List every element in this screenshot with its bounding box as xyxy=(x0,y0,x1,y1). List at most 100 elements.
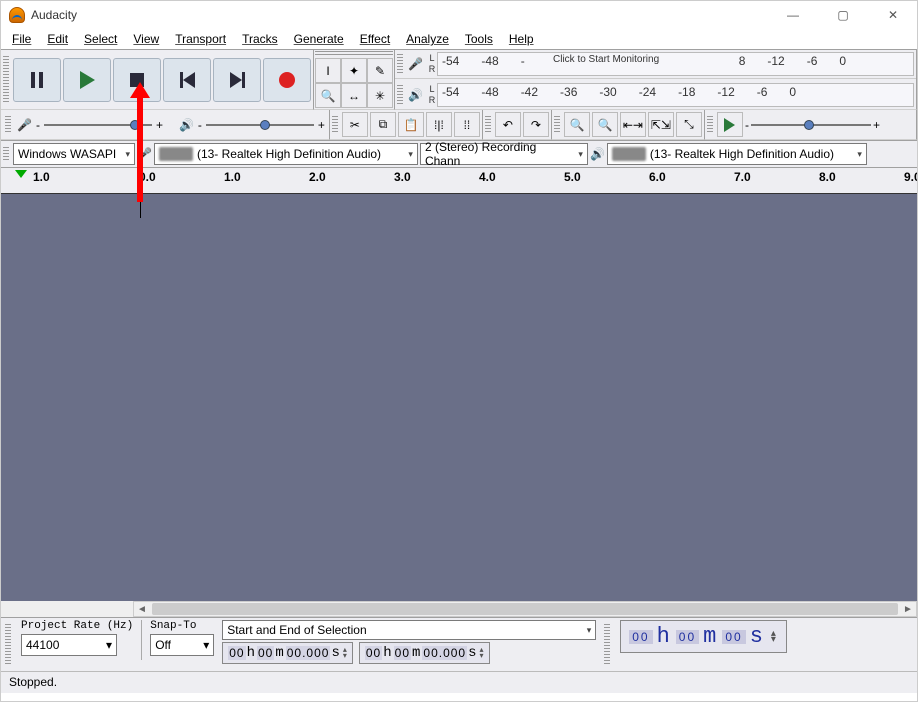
tools-toolbar: I ✦ ✎ 🔍 ↔ ✳ xyxy=(314,50,395,110)
fit-project-button[interactable]: ⇱⇲ xyxy=(648,112,674,137)
menu-tools[interactable]: Tools xyxy=(458,30,500,48)
playback-speed-slider[interactable] xyxy=(751,119,871,131)
minimize-button[interactable]: — xyxy=(777,8,809,22)
toolbar-grip[interactable] xyxy=(554,116,560,133)
trim-icon: ⁞|⁞ xyxy=(434,118,444,132)
mic-icon: 🎤 xyxy=(17,118,32,132)
toolbar-grip[interactable] xyxy=(3,56,9,103)
menu-select[interactable]: Select xyxy=(77,30,124,48)
recording-meter[interactable]: 🎤 LR -54 -48 - 8 -12 -6 0 Click to Start… xyxy=(395,50,916,79)
undo-button[interactable]: ↶ xyxy=(495,112,521,137)
toolbar-grip[interactable] xyxy=(5,624,11,665)
cut-button[interactable]: ✂ xyxy=(342,112,368,137)
ruler-tick: 5.0 xyxy=(564,170,649,184)
playhead-marker[interactable] xyxy=(15,170,27,178)
selection-end-time[interactable]: 00 h 00 m 00.000 s ▴▾ xyxy=(359,642,490,664)
playback-meter[interactable]: 🔊 LR -54 -48 -42 -36 -30 -24 -18 -12 -6 … xyxy=(395,81,916,109)
project-rate-label: Project Rate (Hz) xyxy=(21,620,133,632)
menu-effect[interactable]: Effect xyxy=(353,30,397,48)
ruler-tick: 1.0 xyxy=(33,170,139,184)
silence-button[interactable]: ⁞⁞ xyxy=(454,112,480,137)
copy-button[interactable]: ⧉ xyxy=(370,112,396,137)
menu-transport[interactable]: Transport xyxy=(168,30,233,48)
draw-tool[interactable]: ✎ xyxy=(367,58,393,83)
multi-tool[interactable]: ✳ xyxy=(367,83,393,108)
horizontal-scrollbar[interactable]: ◄ ► xyxy=(133,601,917,617)
menu-edit[interactable]: Edit xyxy=(40,30,75,48)
skip-end-button[interactable] xyxy=(213,58,261,102)
menu-tracks[interactable]: Tracks xyxy=(235,30,285,48)
meter-tick: -18 xyxy=(678,85,695,99)
redo-button[interactable]: ↷ xyxy=(523,112,549,137)
toolbar-grip[interactable] xyxy=(3,147,9,161)
trim-button[interactable]: ⁞|⁞ xyxy=(426,112,452,137)
fit-selection-button[interactable]: ⇤⇥ xyxy=(620,112,646,137)
recording-volume-slider[interactable] xyxy=(44,119,152,131)
playback-device-combo[interactable]: (13- Realtek High Definition Audio) ▾ xyxy=(607,143,867,165)
chevron-down-icon: ▾ xyxy=(587,625,592,636)
selection-tool[interactable]: I xyxy=(315,58,341,83)
audio-host-combo[interactable]: Windows WASAPI ▾ xyxy=(13,143,135,165)
window-title: Audacity xyxy=(31,8,77,22)
menu-file[interactable]: File xyxy=(5,30,38,48)
paste-button[interactable]: 📋 xyxy=(398,112,424,137)
undo-toolbar: ↶ ↷ xyxy=(483,110,552,140)
toolbar-grip[interactable] xyxy=(397,54,403,74)
envelope-tool[interactable]: ✦ xyxy=(341,58,367,83)
combo-value: Off xyxy=(155,638,171,652)
toolbar-grip[interactable] xyxy=(332,116,338,133)
snap-to-label: Snap-To xyxy=(150,620,214,632)
pause-icon xyxy=(31,72,43,88)
menu-help[interactable]: Help xyxy=(502,30,541,48)
magnifier-icon: 🔍 xyxy=(321,89,336,103)
selection-start-time[interactable]: 00 h 00 m 00.000 s ▴▾ xyxy=(222,642,353,664)
pause-button[interactable] xyxy=(13,58,61,102)
combo-value: (13- Realtek High Definition Audio) xyxy=(197,147,381,161)
meter-tick: -48 xyxy=(481,54,498,68)
track-area[interactable] xyxy=(1,194,917,601)
audio-position-time[interactable]: 00 h 00 m 00 s ▴▾ xyxy=(620,620,787,653)
zoom-toggle-button[interactable]: ⤡ xyxy=(676,112,702,137)
silence-icon: ⁞⁞ xyxy=(464,118,471,132)
recording-channels-combo[interactable]: 2 (Stereo) Recording Chann ▾ xyxy=(420,143,588,165)
scroll-right-button[interactable]: ► xyxy=(900,602,916,616)
project-rate-combo[interactable]: 44100 ▾ xyxy=(21,634,117,656)
close-button[interactable]: ✕ xyxy=(877,8,909,22)
scroll-thumb[interactable] xyxy=(152,603,898,615)
skip-start-button[interactable] xyxy=(163,58,211,102)
menu-generate[interactable]: Generate xyxy=(287,30,351,48)
status-text: Stopped. xyxy=(9,675,57,689)
selection-mode-combo[interactable]: Start and End of Selection ▾ xyxy=(222,620,596,640)
selection-toolbar: Project Rate (Hz) 44100 ▾ Snap-To Off ▾ … xyxy=(1,617,917,671)
record-button[interactable] xyxy=(263,58,311,102)
spinner-icon[interactable]: ▴▾ xyxy=(480,647,485,659)
meter-tick: -54 xyxy=(442,54,459,68)
playback-volume-slider[interactable] xyxy=(206,119,314,131)
spinner-icon[interactable]: ▴▾ xyxy=(343,647,348,659)
meter-tick: -24 xyxy=(639,85,656,99)
play-button[interactable] xyxy=(63,58,111,102)
zoom-tool[interactable]: 🔍 xyxy=(315,83,341,108)
menu-analyze[interactable]: Analyze xyxy=(399,30,456,48)
timeshift-tool[interactable]: ↔ xyxy=(341,83,367,108)
toolbar-grip[interactable] xyxy=(315,51,393,55)
toolbar-grip[interactable] xyxy=(485,116,491,133)
slider-plus: + xyxy=(156,118,163,132)
toolbar-grip[interactable] xyxy=(707,116,713,133)
menubar: File Edit Select View Transport Tracks G… xyxy=(1,29,917,49)
snap-to-combo[interactable]: Off ▾ xyxy=(150,634,214,656)
maximize-button[interactable]: ▢ xyxy=(827,8,859,22)
scroll-left-button[interactable]: ◄ xyxy=(134,602,150,616)
transport-toolbar xyxy=(1,50,314,110)
meter-tick: -12 xyxy=(767,54,784,68)
slider-minus: - xyxy=(36,118,40,132)
play-at-speed-button[interactable] xyxy=(717,112,743,137)
toolbar-grip[interactable] xyxy=(397,85,403,105)
recording-device-combo[interactable]: (13- Realtek High Definition Audio) ▾ xyxy=(154,143,418,165)
menu-view[interactable]: View xyxy=(126,30,166,48)
toolbar-grip[interactable] xyxy=(604,624,610,665)
spinner-icon[interactable]: ▴▾ xyxy=(771,631,778,643)
zoom-out-button[interactable]: 🔍 xyxy=(592,112,618,137)
zoom-in-button[interactable]: 🔍 xyxy=(564,112,590,137)
toolbar-grip[interactable] xyxy=(5,116,11,133)
